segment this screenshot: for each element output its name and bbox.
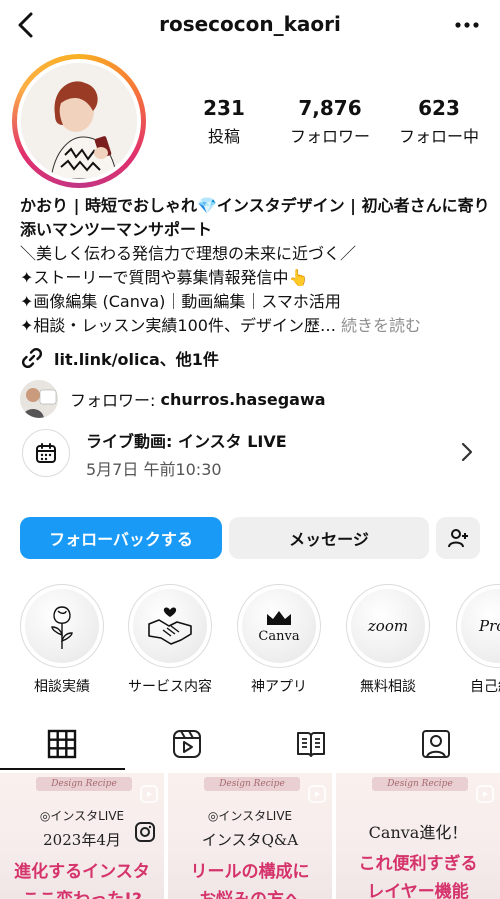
reel-badge-icon [140, 785, 158, 803]
top-bar: rosecocon_kaori [0, 0, 500, 52]
reel-badge-icon [476, 785, 494, 803]
profile-tabs [0, 720, 500, 770]
stat-followers-label: フォロワー [289, 127, 370, 146]
highlight-item[interactable]: zoom 無料相談 [346, 584, 430, 696]
post-title: これ便利すぎる [358, 854, 478, 874]
post-heading: インスタQ&A [201, 831, 299, 849]
live-event-datetime: 5月7日 午前10:30 [86, 460, 222, 479]
highlight-label: 自己紹 [470, 679, 500, 695]
highlight-item[interactable]: Canva 神アプリ [237, 584, 321, 696]
post-title-line2: ここ変わった!? [0, 885, 164, 899]
stat-following[interactable]: 623 フォロー中 [388, 96, 490, 147]
highlight-label: 神アプリ [251, 679, 307, 695]
chevron-right-icon [461, 442, 473, 462]
stat-posts-count: 231 [203, 96, 245, 120]
suggest-users-button[interactable] [436, 517, 480, 559]
link-icon [21, 347, 43, 369]
more-options-icon[interactable] [452, 10, 482, 40]
highlight-cover-text: zoom [367, 617, 409, 635]
bio-line: ＼美しく伝わる発信力で理想の未来に近づく／ [20, 244, 357, 263]
rose-icon [51, 606, 73, 649]
grid-icon[interactable] [46, 728, 78, 760]
reel-badge-icon [308, 785, 326, 803]
handshake-icon [148, 607, 192, 645]
followed-by-account: churros.hasegawa [160, 389, 326, 409]
highlight-item[interactable]: 相談実績 [20, 584, 104, 696]
crown-icon [267, 610, 291, 625]
stat-following-count: 623 [418, 96, 460, 120]
post-grid: Design Recipe ◎インスタLIVE 2023年4月 進化するインスタ… [0, 773, 500, 899]
stat-posts-label: 投稿 [207, 127, 240, 146]
follow-back-button[interactable]: フォローバックする [20, 517, 222, 559]
post-tag: Design Recipe [204, 777, 300, 791]
highlight-cover-text: Canva [258, 628, 300, 644]
post-title: 進化するインスタ [14, 862, 150, 882]
profile-link[interactable]: lit.link/olica、他1件 [20, 345, 219, 371]
post-subtitle: ◎インスタLIVE [207, 809, 293, 823]
post-thumbnail[interactable]: Design Recipe ◎インスタLIVE インスタQ&A リールの構成に … [168, 773, 332, 899]
bio-line: ✦ストーリーで質問や募集情報発信中👆 [20, 268, 309, 287]
post-tag: Design Recipe [372, 777, 468, 791]
bio: かおり | 時短でおしゃれ💎インスタデザイン | 初心者さんに寄り添いマンツーマ… [20, 194, 490, 338]
live-event-title: ライブ動画: インスタ LIVE [86, 432, 287, 451]
read-more-link[interactable]: 続きを読む [341, 316, 421, 335]
bio-name-line: かおり | 時短でおしゃれ💎インスタデザイン | 初心者さんに寄り添いマンツーマ… [20, 196, 490, 239]
message-button[interactable]: メッセージ [229, 517, 429, 559]
post-title-line2: レイヤー機能 [367, 882, 469, 899]
story-ring[interactable] [12, 54, 146, 188]
stat-posts[interactable]: 231 投稿 [196, 96, 252, 147]
bio-line-last: ✦相談・レッスン実績100件、デザイン歴… 続きを読む [20, 314, 490, 338]
follower-avatar [20, 380, 58, 418]
highlight-item[interactable]: Prof 自己紹 [456, 584, 500, 696]
highlight-label: 相談実績 [34, 679, 90, 695]
post-heading: Canva進化！ [368, 823, 468, 842]
reels-icon[interactable] [171, 728, 203, 760]
post-title: リールの構成に [190, 862, 310, 882]
highlight-cover-text: Prof [479, 617, 500, 635]
stat-followers[interactable]: 7,876 フォロワー [278, 96, 382, 147]
profile-link-text: lit.link/olica、他1件 [54, 350, 219, 369]
highlight-label: 無料相談 [360, 679, 416, 695]
bio-line: ✦画像編集 (Canva)｜動画編集｜スマホ活用 [20, 292, 341, 311]
highlight-item[interactable]: サービス内容 [128, 584, 212, 696]
stat-following-label: フォロー中 [398, 127, 479, 146]
followed-by-row[interactable]: フォロワー: churros.hasegawa [20, 380, 326, 418]
live-event-card[interactable]: ライブ動画: インスタ LIVE 5月7日 午前10:30 [20, 424, 480, 484]
avatar [21, 63, 137, 179]
guides-icon[interactable] [295, 728, 327, 760]
followed-by-prefix: フォロワー: [70, 391, 156, 410]
bio-line: ✦相談・レッスン実績100件、デザイン歴… [20, 316, 336, 335]
active-tab-indicator [0, 768, 125, 770]
post-thumbnail[interactable]: Design Recipe Canva進化！ これ便利すぎる レイヤー機能 [336, 773, 500, 899]
add-person-icon [448, 529, 468, 548]
post-tag: Design Recipe [36, 777, 132, 791]
instagram-logo-icon [135, 822, 155, 842]
post-title-line2: お悩みの方へ [168, 885, 332, 899]
profile-username: rosecocon_kaori [159, 12, 341, 36]
tagged-icon[interactable] [420, 728, 452, 760]
stat-followers-count: 7,876 [298, 96, 362, 120]
highlight-label: サービス内容 [128, 679, 212, 695]
calendar-icon [22, 429, 70, 477]
post-thumbnail[interactable]: Design Recipe ◎インスタLIVE 2023年4月 進化するインスタ… [0, 773, 164, 899]
